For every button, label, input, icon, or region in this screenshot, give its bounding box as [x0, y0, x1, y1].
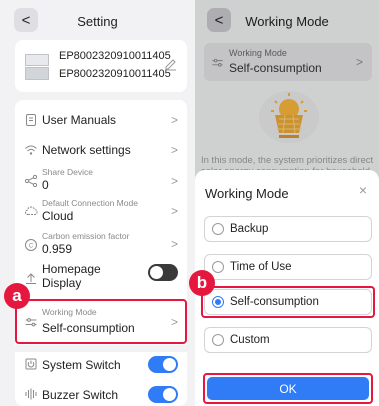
device-serial-secondary: EP8002320910011405: [59, 68, 171, 80]
share-device-label: Share Device: [42, 167, 94, 177]
share-icon: [24, 174, 38, 188]
page-title: Setting: [77, 14, 118, 29]
row-buzzer-switch: Buzzer Switch: [15, 384, 187, 406]
device-serial-primary: EP8002320910011405: [59, 50, 171, 62]
carbon-icon: C: [25, 239, 37, 251]
carbon-emission-factor-value: 0.959: [42, 242, 73, 256]
row-default-connection-mode[interactable]: Default Connection Mode Cloud >: [15, 197, 187, 227]
system-switch-label: System Switch: [42, 358, 121, 372]
chevron-right-icon: >: [170, 143, 178, 157]
option-label: Backup: [230, 223, 269, 235]
settings-list: User Manuals > Network settings > Share …: [15, 100, 187, 406]
buzzer-switch-toggle[interactable]: [148, 386, 178, 403]
svg-text:C: C: [29, 244, 34, 250]
ok-highlight: OK: [203, 373, 373, 404]
cloud-icon: [24, 206, 38, 215]
step-badge-a: a: [4, 283, 30, 309]
option-backup[interactable]: Backup: [204, 216, 372, 242]
buzzer-switch-label: Buzzer Switch: [42, 388, 119, 402]
step-badge-b: b: [189, 270, 215, 296]
working-mode-highlight: [15, 299, 187, 344]
row-network-settings[interactable]: Network settings >: [15, 138, 187, 164]
option-custom[interactable]: Custom: [204, 327, 372, 353]
power-icon: [25, 358, 37, 370]
option-label: Custom: [230, 334, 270, 346]
default-connection-mode-value: Cloud: [42, 209, 74, 223]
share-device-value: 0: [42, 178, 49, 192]
sheet-title: Working Mode: [205, 186, 289, 201]
working-mode-screen: < Working Mode Working Mode Self-consump…: [195, 0, 379, 406]
battery-device-icon: [25, 54, 49, 80]
radio-button[interactable]: [212, 334, 224, 346]
network-settings-label: Network settings: [42, 143, 131, 157]
radio-button[interactable]: [212, 261, 224, 273]
self-consumption-highlight: [201, 286, 375, 318]
device-card[interactable]: EP8002320910011405 EP8002320910011405: [15, 40, 187, 92]
system-switch-toggle[interactable]: [148, 356, 178, 373]
edit-icon[interactable]: [164, 57, 178, 71]
book-icon: [26, 114, 36, 126]
chevron-right-icon: >: [170, 237, 178, 251]
chevron-right-icon: >: [170, 113, 178, 127]
section-divider: [15, 345, 187, 352]
option-label: Time of Use: [230, 261, 292, 273]
close-icon[interactable]: ×: [359, 182, 367, 198]
ok-button[interactable]: OK: [207, 377, 369, 400]
wifi-icon: [25, 145, 37, 155]
chevron-right-icon: >: [170, 174, 178, 188]
display-label: Display: [42, 276, 82, 290]
row-homepage-display: Homepage Display: [15, 261, 187, 293]
row-carbon-emission-factor[interactable]: C Carbon emission factor 0.959 >: [15, 230, 187, 260]
upload-icon: [26, 273, 36, 284]
default-connection-mode-label: Default Connection Mode: [42, 198, 138, 208]
option-time-of-use[interactable]: Time of Use: [204, 254, 372, 280]
header: < Setting: [0, 0, 195, 42]
chevron-right-icon: >: [170, 204, 178, 218]
user-manuals-label: User Manuals: [42, 113, 117, 127]
row-user-manuals[interactable]: User Manuals >: [15, 108, 187, 134]
buzzer-icon: [25, 388, 37, 400]
setting-screen: < Setting EP8002320910011405 EP800232091…: [0, 0, 195, 406]
radio-button[interactable]: [212, 223, 224, 235]
carbon-emission-factor-label: Carbon emission factor: [42, 231, 130, 241]
homepage-label: Homepage: [42, 262, 101, 276]
homepage-display-toggle[interactable]: [148, 264, 178, 281]
row-system-switch: System Switch: [15, 354, 187, 376]
row-share-device[interactable]: Share Device 0 >: [15, 166, 187, 196]
